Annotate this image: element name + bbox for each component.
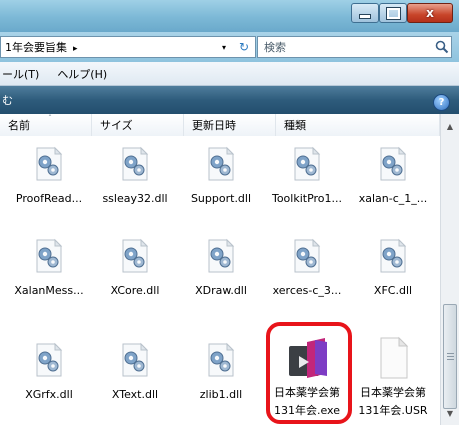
dll-gear-icon [380, 147, 406, 181]
dll-gear-icon [294, 239, 320, 273]
file-item[interactable]: XGrfx.dll [6, 332, 92, 420]
file-name: XDraw.dll [195, 284, 247, 297]
file-item[interactable]: ToolkitPro1... [264, 136, 350, 224]
command-bar: む [0, 86, 459, 114]
scroll-up-icon[interactable]: ▲ [441, 118, 459, 134]
file-name: XalanMess... [14, 284, 84, 297]
column-name-label: 名前 [8, 119, 30, 132]
column-header: 名前 ˆ サイズ 更新日時 種類 [0, 114, 440, 137]
dll-gear-icon [36, 147, 62, 181]
column-type[interactable]: 種類 [276, 114, 440, 136]
file-name: Support.dll [190, 192, 252, 205]
dll-gear-icon [294, 147, 320, 181]
scroll-thumb[interactable] [443, 304, 457, 409]
breadcrumb-separator-icon[interactable]: ▸ [73, 44, 78, 54]
menu-help[interactable]: ヘルプ(H) [55, 66, 109, 82]
dll-gear-icon [380, 239, 406, 273]
maximize-button[interactable] [379, 3, 407, 23]
highlight-ring [266, 322, 352, 424]
file-name-line1: 日本薬学会第 [359, 386, 426, 399]
file-name-line2: 131年会.USR [358, 404, 428, 417]
minimize-button[interactable] [351, 3, 379, 23]
maximize-icon [385, 6, 401, 20]
dll-gear-icon [208, 239, 234, 273]
file-item[interactable]: XFC.dll [350, 228, 436, 316]
vertical-scrollbar[interactable]: ▲ ▼ [440, 114, 459, 425]
address-dropdown-icon[interactable]: ▾ [214, 37, 234, 57]
file-item[interactable]: XalanMess... [6, 228, 92, 316]
file-item[interactable]: xerces-c_3... [264, 228, 350, 316]
close-button[interactable]: x [407, 3, 453, 23]
blank-file-icon [380, 336, 409, 379]
file-item[interactable]: xalan-c_1_... [350, 136, 436, 224]
dll-gear-icon [122, 239, 148, 273]
file-name: XCore.dll [110, 284, 160, 297]
file-name: zlib1.dll [199, 388, 243, 401]
dll-gear-icon [36, 343, 62, 377]
column-type-label: 種類 [284, 119, 306, 132]
file-item[interactable]: XCore.dll [92, 228, 178, 316]
window-controls: x [351, 3, 453, 23]
column-name[interactable]: 名前 ˆ [0, 114, 92, 136]
command-bar-label[interactable]: む [2, 92, 13, 108]
file-item[interactable]: ProofRead... [6, 136, 92, 224]
help-icon[interactable]: ? [433, 94, 450, 111]
menu-tools[interactable]: ール(T) [0, 66, 41, 82]
grip-icon [447, 353, 454, 361]
file-item[interactable]: XDraw.dll [178, 228, 264, 316]
file-item[interactable]: zlib1.dll [178, 332, 264, 420]
column-modified[interactable]: 更新日時 [184, 114, 276, 136]
scroll-down-icon[interactable]: ▼ [441, 405, 459, 421]
dll-gear-icon [36, 239, 62, 273]
file-name: ToolkitPro1... [271, 192, 343, 205]
dll-gear-icon [122, 147, 148, 181]
dll-gear-icon [208, 147, 234, 181]
file-name: 日本薬学会第 131年会.USR [358, 384, 427, 420]
file-name: XGrfx.dll [25, 388, 73, 401]
file-name: xalan-c_1_... [358, 192, 428, 205]
file-name: XFC.dll [373, 284, 413, 297]
search-icon[interactable] [435, 40, 449, 54]
search-input[interactable]: 検索 [257, 36, 452, 58]
breadcrumb-folder[interactable]: 1年会要旨集 [5, 41, 67, 54]
menu-bar: ール(T) ヘルプ(H) [0, 62, 459, 86]
column-modified-label: 更新日時 [192, 119, 236, 132]
search-placeholder: 検索 [264, 41, 286, 54]
file-name: XText.dll [111, 388, 159, 401]
column-size[interactable]: サイズ [92, 114, 184, 136]
file-list: ProofRead... ssleay32.dll Support.dll To… [0, 136, 440, 425]
sort-arrow-icon: ˆ [48, 114, 52, 123]
file-item-usr[interactable]: 日本薬学会第 131年会.USR [350, 328, 436, 424]
file-name: xerces-c_3... [272, 284, 342, 297]
file-item[interactable]: XText.dll [92, 332, 178, 420]
refresh-icon[interactable]: ↻ [234, 37, 254, 57]
file-name: ssleay32.dll [102, 192, 168, 205]
minimize-icon [359, 13, 371, 19]
file-name: ProofRead... [15, 192, 83, 205]
dll-gear-icon [122, 343, 148, 377]
column-size-label: サイズ [100, 119, 133, 132]
file-item[interactable]: ssleay32.dll [92, 136, 178, 224]
dll-gear-icon [208, 343, 234, 377]
file-item[interactable]: Support.dll [178, 136, 264, 224]
